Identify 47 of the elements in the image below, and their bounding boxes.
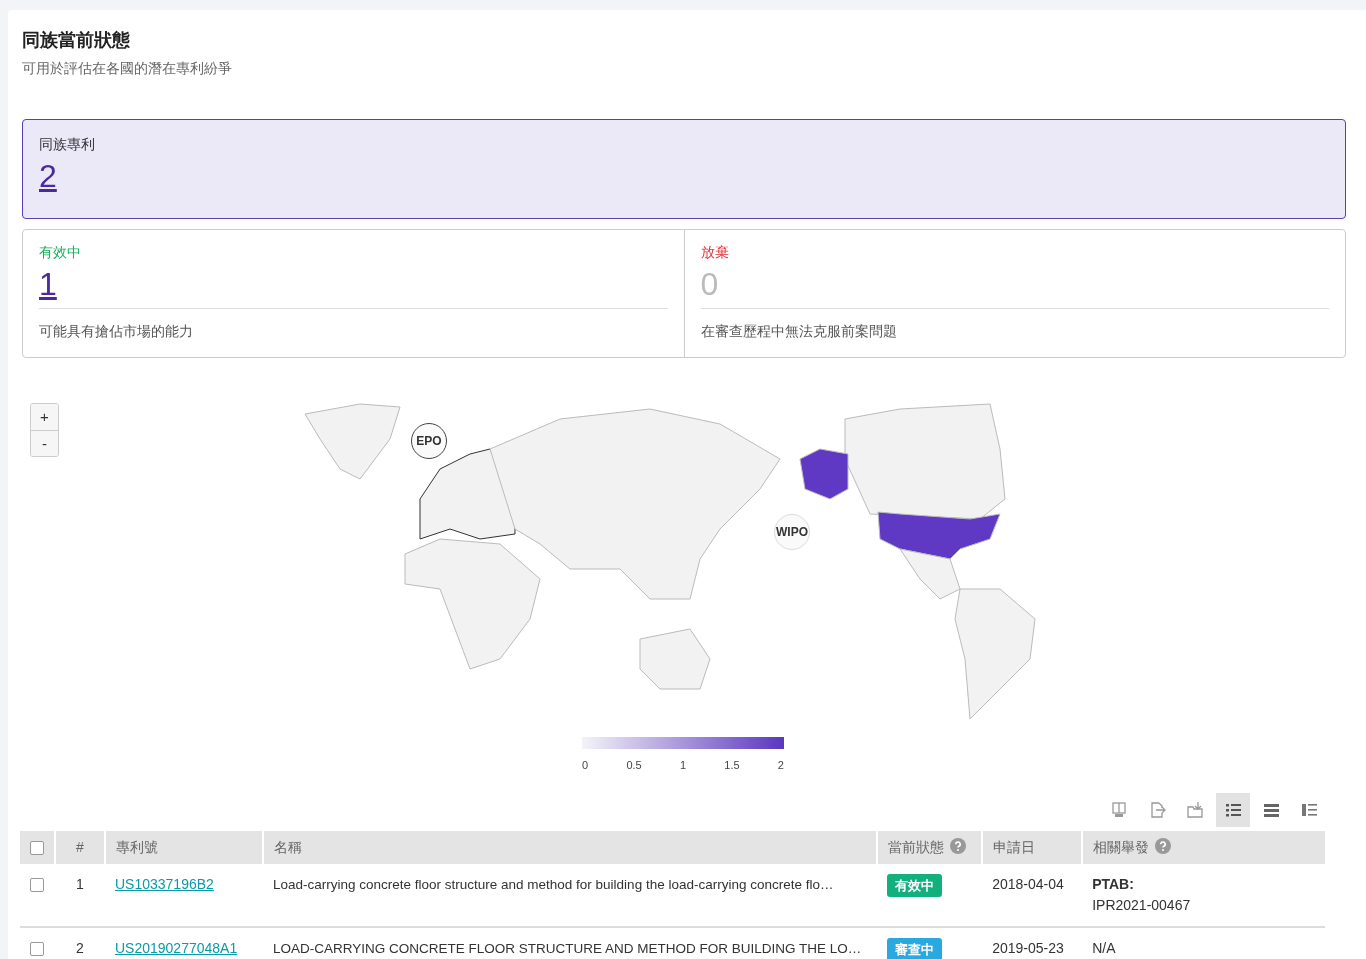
row-number: 1: [76, 875, 84, 892]
monitor-icon: [1109, 799, 1129, 820]
count-link[interactable]: 1: [39, 266, 57, 302]
help-icon: [950, 837, 967, 854]
status-label: 有效中: [39, 242, 82, 262]
status-badge: 有效中: [887, 873, 943, 898]
scale-tick-label: 0.5: [626, 757, 642, 773]
column-header: 相關舉發: [1093, 838, 1150, 855]
region-marker[interactable]: EPO: [411, 422, 447, 459]
related-proceeding: N/A: [1092, 938, 1117, 958]
status-panel[interactable]: 有效中 1 可能具有搶佔市場的能力: [23, 229, 684, 357]
region-marker[interactable]: WIPO: [774, 513, 810, 550]
patent-title: LOAD-CARRYING CONCRETE FLOOR STRUCTURE AND METHOD FOR BUILDING THE LO…: [272, 940, 862, 956]
folder-icon: [1185, 799, 1205, 820]
zoom-in-button[interactable]: +: [31, 403, 58, 430]
scale-tick-label: 1: [679, 757, 687, 773]
scale-tick-label: 0: [582, 757, 589, 773]
column-header: 申請日: [993, 838, 1036, 855]
column-header: #: [76, 838, 84, 855]
zoom-out-button[interactable]: -: [31, 429, 58, 456]
related-proceeding: PTAB:: [1092, 874, 1135, 894]
count-value: 0: [700, 266, 719, 302]
section-subtitle: 可用於評估在各國的潛在專利紛爭: [22, 58, 233, 78]
column-header: 名稱: [273, 838, 302, 855]
help-icon: [1155, 837, 1172, 854]
patent-title: Load-carrying concrete floor structure and method for building the load-carrying concrete flo…: [272, 876, 834, 892]
column-header: 當前狀態: [888, 838, 945, 855]
family-patents-card[interactable]: 同族專利 2: [22, 118, 1346, 219]
checkbox[interactable]: [30, 840, 44, 855]
view-toggle-button[interactable]: [1216, 792, 1250, 827]
status-description: 可能具有搶佔市場的能力: [39, 307, 668, 342]
filing-date: 2019-05-23: [992, 939, 1064, 956]
section-title: 同族當前狀態: [22, 30, 131, 52]
checkbox[interactable]: [30, 877, 44, 892]
status-label: 放棄: [700, 242, 730, 262]
scale-tick-label: 1.5: [724, 757, 740, 773]
status-badge: 審查中: [887, 937, 943, 959]
row-number: 2: [76, 939, 84, 956]
related-proceeding: IPR2021-00467: [1092, 895, 1192, 915]
card-label: 同族專利: [39, 134, 96, 154]
checkbox[interactable]: [30, 941, 44, 956]
filing-date: 2018-04-04: [992, 875, 1064, 892]
scale-tick-label: 2: [777, 757, 784, 773]
patent-number-link[interactable]: US20190277048A1: [114, 939, 238, 956]
count-link[interactable]: 2: [39, 158, 57, 194]
column-header: 專利號: [115, 838, 158, 855]
status-description: 在審查歷程中無法克服前案問題: [700, 307, 1329, 342]
